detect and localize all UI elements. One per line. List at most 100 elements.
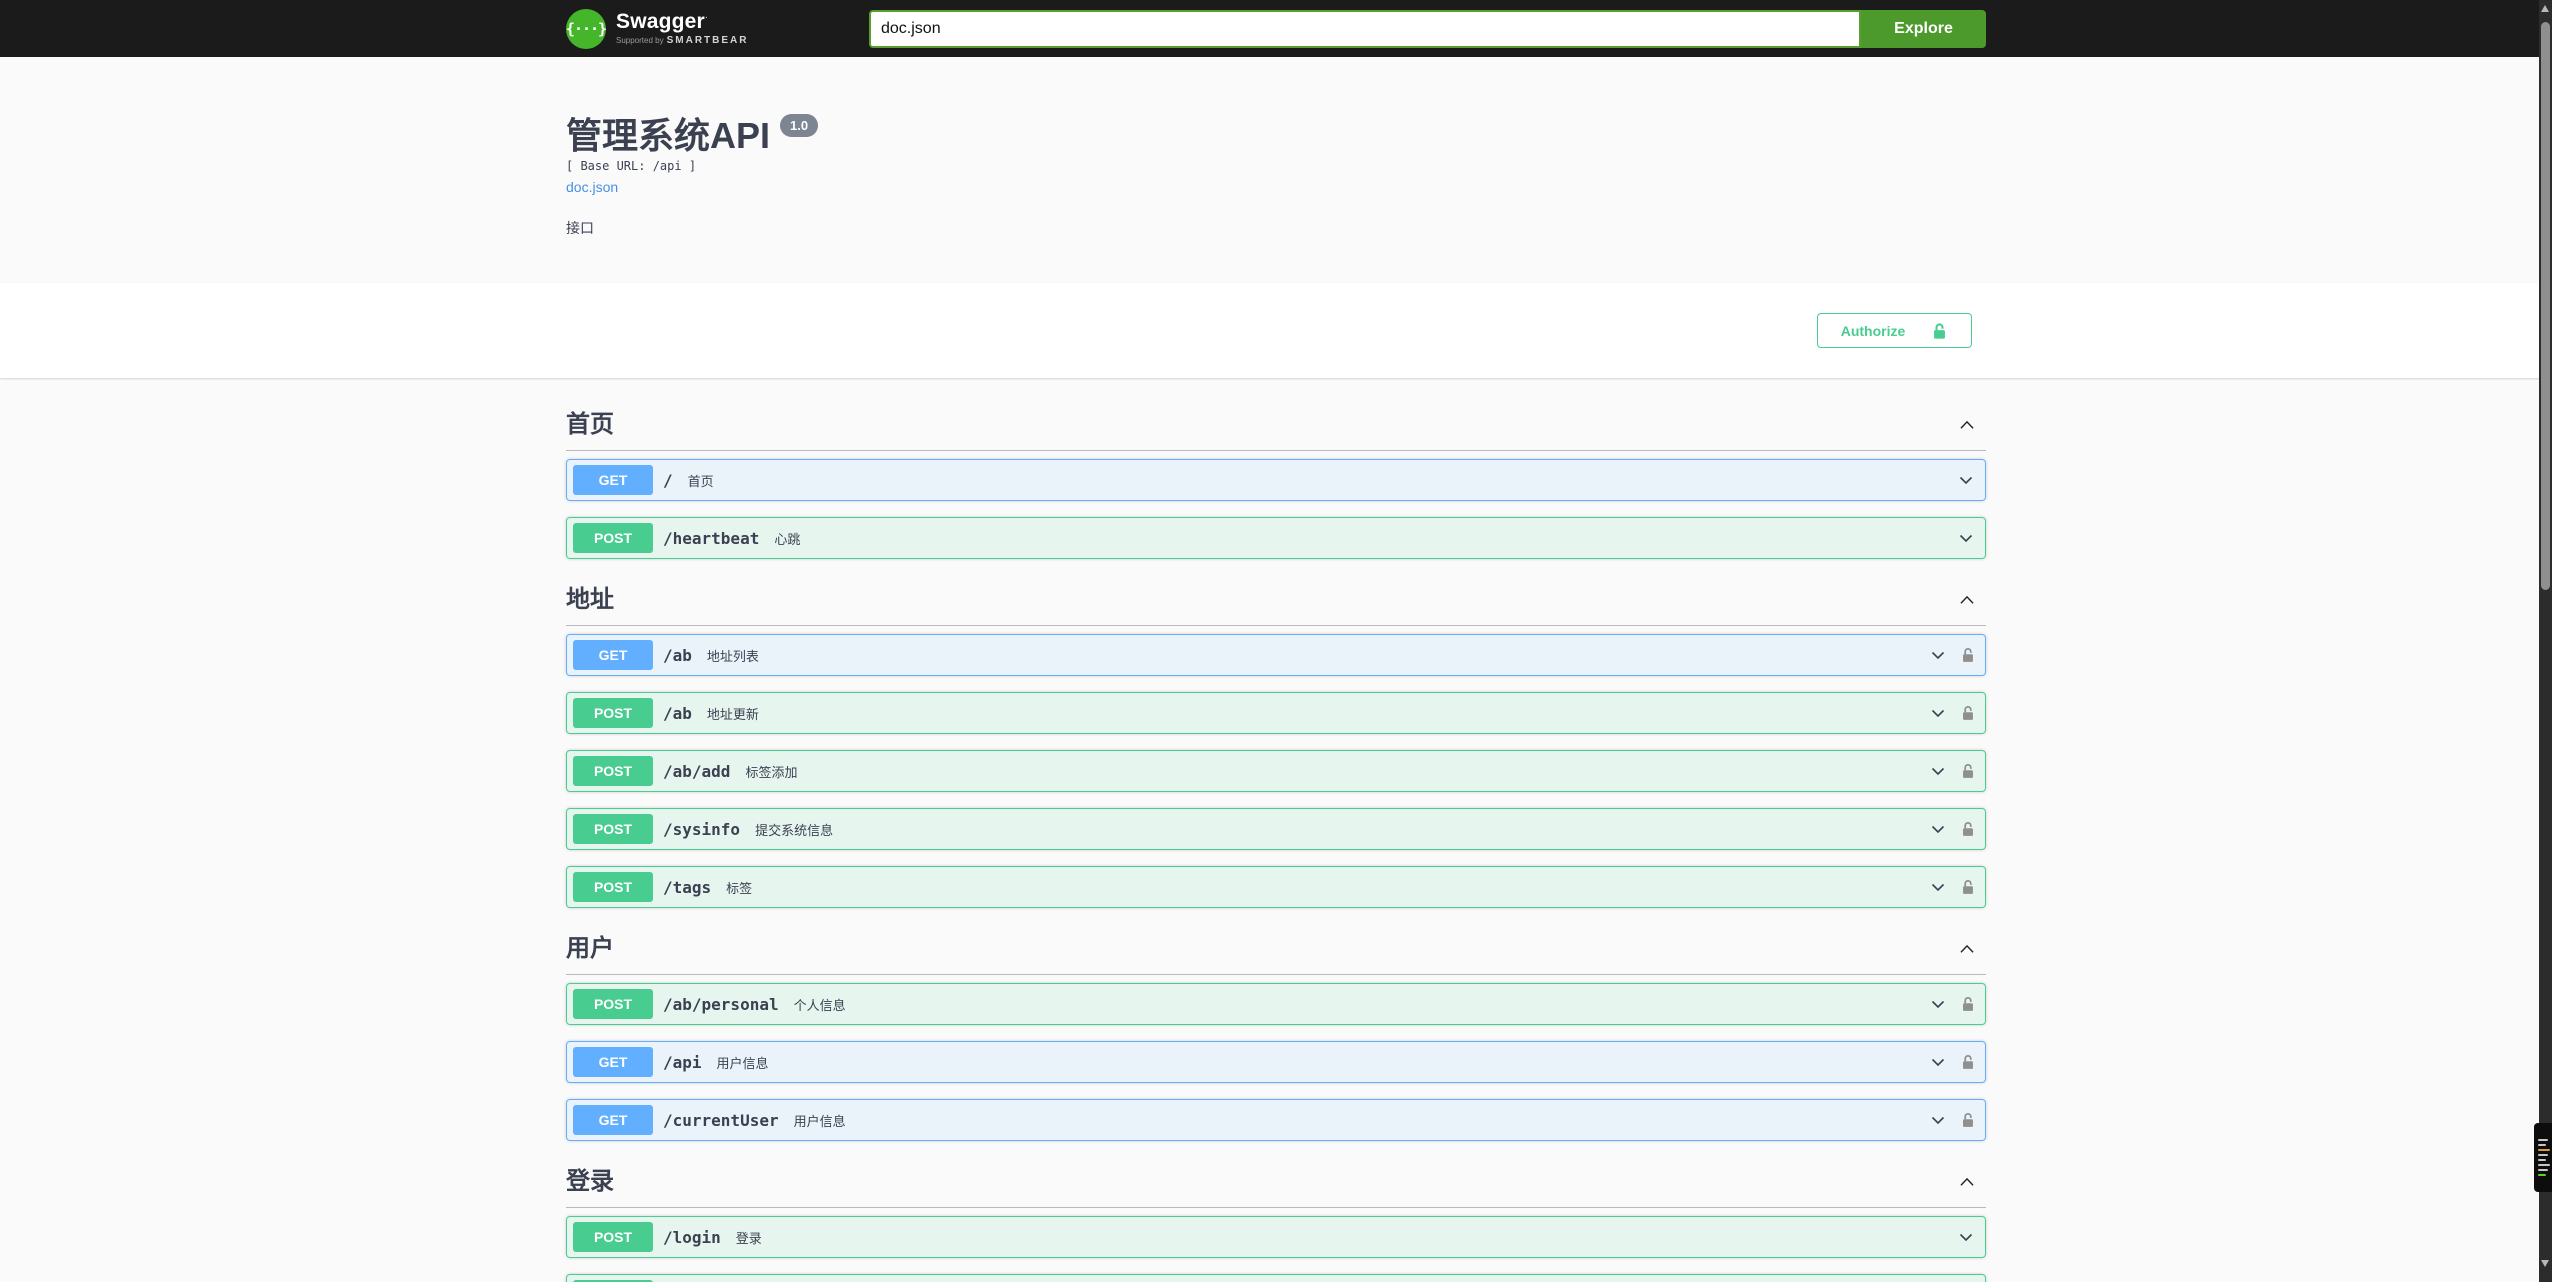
- smartbear-tagline: Supported by SMARTBEAR: [616, 35, 749, 46]
- spec-json-link[interactable]: doc.json: [566, 179, 618, 195]
- scroll-up-arrow-icon[interactable]: [2541, 5, 2549, 12]
- unlock-icon[interactable]: [1960, 877, 1976, 897]
- operation-summary: 提交系统信息: [755, 822, 834, 838]
- chevron-down-icon[interactable]: [1928, 1052, 1948, 1072]
- method-badge: POST: [573, 698, 653, 728]
- chevron-down-icon[interactable]: [1956, 1227, 1976, 1247]
- chevron-up-icon[interactable]: [1956, 414, 1978, 436]
- swagger-wordmark: Swagger: [616, 10, 705, 33]
- unlock-icon[interactable]: [1960, 819, 1976, 839]
- authorize-button[interactable]: Authorize: [1817, 313, 1972, 348]
- chevron-down-icon[interactable]: [1928, 994, 1948, 1014]
- spec-url-form: Explore: [869, 9, 1986, 48]
- api-description: 接口: [566, 220, 594, 236]
- chevron-up-icon[interactable]: [1956, 589, 1978, 611]
- operation-path: /ab/personal: [663, 994, 779, 1014]
- method-badge: POST: [573, 872, 653, 902]
- operation-summary: 首页: [687, 473, 714, 489]
- version-badge: 1.0: [780, 114, 819, 137]
- minimap-line: [2538, 1169, 2548, 1171]
- operation-path: /ab: [663, 703, 692, 723]
- swagger-logo-link[interactable]: {···} Swagger. Supported by SMARTBEAR: [566, 8, 749, 49]
- topbar: {···} Swagger. Supported bySMARTBEAR Exp…: [0, 0, 2552, 57]
- operation-row[interactable]: GET /api 用户信息: [566, 1041, 1986, 1083]
- tag-section-header[interactable]: 登录: [566, 1157, 1986, 1208]
- tag-section-header[interactable]: 首页: [566, 400, 1986, 451]
- minimap-line: [2538, 1139, 2548, 1141]
- unlock-icon[interactable]: [1960, 994, 1976, 1014]
- operation-row[interactable]: POST /ab 地址更新: [566, 692, 1986, 734]
- method-badge: GET: [573, 640, 653, 670]
- unlock-icon[interactable]: [1960, 1052, 1976, 1072]
- method-badge: POST: [573, 989, 653, 1019]
- operation-path: /currentUser: [663, 1110, 779, 1130]
- operation-path: /: [663, 470, 673, 490]
- base-url: [ Base URL: /api ]: [566, 159, 697, 173]
- chevron-down-icon[interactable]: [1928, 645, 1948, 665]
- method-badge: GET: [573, 1105, 653, 1135]
- tag-title: 首页: [566, 411, 614, 438]
- scrollbar[interactable]: [2534, 0, 2552, 1282]
- tag-section-header[interactable]: 地址: [566, 575, 1986, 626]
- minimap-line: [2538, 1164, 2550, 1166]
- operation-summary: 地址列表: [706, 648, 759, 664]
- operation-summary: 个人信息: [793, 997, 846, 1013]
- operation-row[interactable]: POST /ab/personal 个人信息: [566, 983, 1986, 1025]
- operation-row[interactable]: POST /login/outLogin 退出登录: [566, 1274, 1986, 1282]
- api-title: 管理系统API 1.0: [566, 114, 1986, 157]
- chevron-down-icon[interactable]: [1928, 761, 1948, 781]
- operations-list: 首页 GET / 首页 POST /heartbeat 心跳 地址 GET /a…: [0, 378, 2552, 1282]
- operation-summary: 标签添加: [745, 764, 798, 780]
- chevron-down-icon[interactable]: [1928, 877, 1948, 897]
- scroll-down-arrow-icon[interactable]: [2541, 1260, 2549, 1267]
- minimap-line: [2538, 1144, 2546, 1146]
- swagger-logo-icon: {···}: [566, 8, 607, 49]
- operation-path: /heartbeat: [663, 528, 760, 548]
- api-tag-section: 首页 GET / 首页 POST /heartbeat 心跳: [566, 400, 1986, 559]
- operation-row[interactable]: GET /currentUser 用户信息: [566, 1099, 1986, 1141]
- operation-summary: 心跳: [774, 531, 801, 547]
- unlock-icon[interactable]: [1960, 761, 1976, 781]
- operation-summary: 标签: [726, 880, 753, 896]
- explore-button[interactable]: Explore: [1861, 9, 1986, 48]
- method-badge: POST: [573, 814, 653, 844]
- operation-row[interactable]: GET /ab 地址列表: [566, 634, 1986, 676]
- minimap-line: [2538, 1154, 2548, 1156]
- method-badge: POST: [573, 756, 653, 786]
- chevron-up-icon[interactable]: [1956, 938, 1978, 960]
- trademark-dot: .: [704, 10, 708, 21]
- scrollbar-thumb[interactable]: [2541, 22, 2550, 590]
- tag-section-header[interactable]: 用户: [566, 924, 1986, 975]
- chevron-down-icon[interactable]: [1928, 1110, 1948, 1130]
- unlock-icon[interactable]: [1960, 703, 1976, 723]
- api-tag-section: 地址 GET /ab 地址列表 POST /ab 地址更新 POST /ab/a…: [566, 575, 1986, 908]
- method-badge: GET: [573, 465, 653, 495]
- operation-path: /ab/add: [663, 761, 731, 781]
- scroll-minimap-widget[interactable]: [2534, 1123, 2552, 1192]
- operation-path: /login: [663, 1227, 721, 1247]
- chevron-down-icon[interactable]: [1956, 528, 1976, 548]
- operation-row[interactable]: POST /heartbeat 心跳: [566, 517, 1986, 559]
- unlock-icon[interactable]: [1960, 645, 1976, 665]
- method-badge: POST: [573, 1222, 653, 1252]
- operation-row[interactable]: POST /tags 标签: [566, 866, 1986, 908]
- method-badge: GET: [573, 1047, 653, 1077]
- chevron-down-icon[interactable]: [1928, 819, 1948, 839]
- operation-summary: 用户信息: [716, 1055, 769, 1071]
- minimap-line: [2538, 1159, 2546, 1161]
- operation-row[interactable]: POST /login 登录: [566, 1216, 1986, 1258]
- operation-row[interactable]: POST /ab/add 标签添加: [566, 750, 1986, 792]
- method-badge: POST: [573, 523, 653, 553]
- operation-row[interactable]: GET / 首页: [566, 459, 1986, 501]
- operation-row[interactable]: POST /sysinfo 提交系统信息: [566, 808, 1986, 850]
- tag-title: 用户: [566, 935, 614, 962]
- minimap-line: [2538, 1149, 2550, 1151]
- tag-title: 登录: [566, 1168, 614, 1195]
- unlock-icon[interactable]: [1960, 1110, 1976, 1130]
- operation-summary: 地址更新: [706, 706, 759, 722]
- chevron-down-icon[interactable]: [1928, 703, 1948, 723]
- chevron-down-icon[interactable]: [1956, 470, 1976, 490]
- spec-url-input[interactable]: [869, 9, 1861, 48]
- tag-title: 地址: [566, 586, 614, 613]
- chevron-up-icon[interactable]: [1956, 1171, 1978, 1193]
